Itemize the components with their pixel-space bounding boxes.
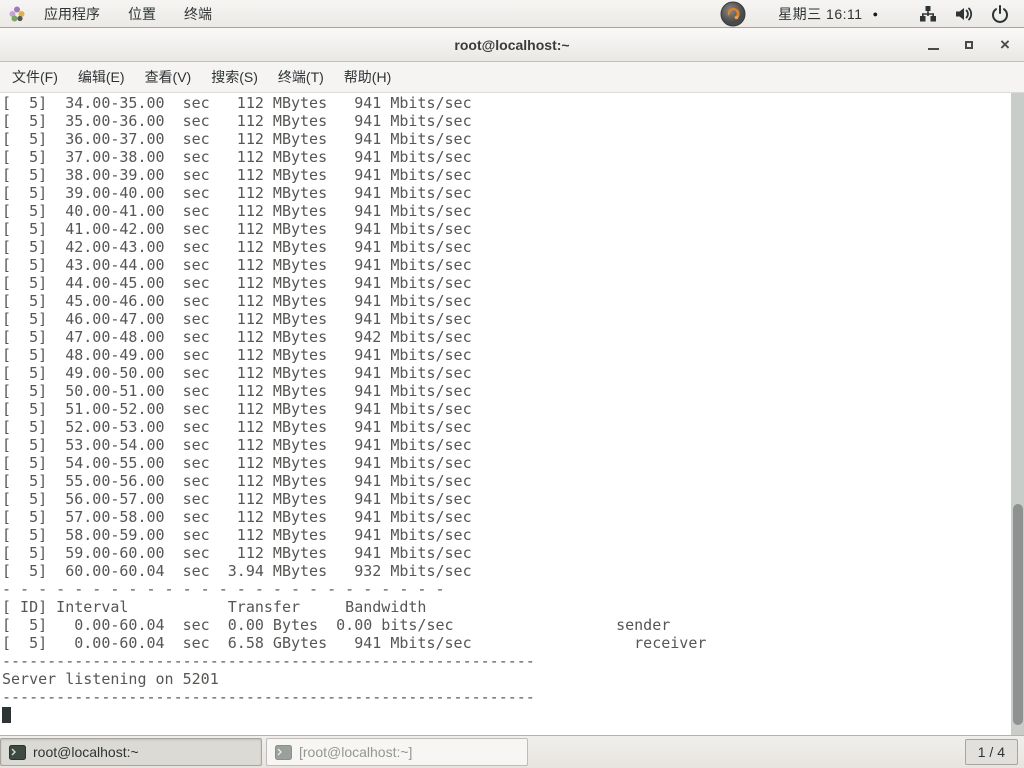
scrollbar-thumb[interactable] [1013, 504, 1023, 725]
volume-icon[interactable] [953, 3, 975, 25]
close-button[interactable]: × [998, 38, 1012, 52]
bottom-taskbar: root@localhost:~ [root@localhost:~] 1 / … [0, 735, 1024, 768]
scrollbar-track[interactable] [1011, 93, 1024, 735]
task-label: [root@localhost:~] [299, 744, 412, 760]
network-icon[interactable] [917, 3, 939, 25]
menu-edit[interactable]: 编辑(E) [68, 63, 135, 91]
terminal-icon [275, 745, 292, 760]
terminal-menubar: 文件(F) 编辑(E) 查看(V) 搜索(S) 终端(T) 帮助(H) [0, 62, 1024, 93]
panel-menu-terminal[interactable]: 终端 [172, 1, 224, 27]
menu-view[interactable]: 查看(V) [135, 63, 202, 91]
window-controls: × [926, 38, 1012, 52]
terminal-screen[interactable]: [ 5] 34.00-35.00 sec 112 MBytes 941 Mbit… [0, 93, 1024, 735]
workspace-pager[interactable]: 1 / 4 [965, 739, 1018, 765]
applications-menu-icon [8, 5, 26, 23]
taskbar-window-terminal[interactable]: root@localhost:~ [0, 738, 262, 766]
panel-menu-applications[interactable]: 应用程序 [32, 1, 112, 27]
panel-clock[interactable]: 星期三 16:11 [778, 4, 862, 24]
terminal-output: [ 5] 34.00-35.00 sec 112 MBytes 941 Mbit… [0, 93, 1024, 706]
menu-terminal[interactable]: 终端(T) [268, 63, 334, 91]
minimize-icon [928, 48, 939, 50]
power-icon[interactable] [989, 3, 1011, 25]
terminal-icon [9, 745, 26, 760]
clock-indicator-dot: ● [873, 9, 878, 19]
orange-tray-app-icon[interactable] [720, 1, 746, 27]
panel-menu-places[interactable]: 位置 [116, 1, 168, 27]
maximize-button[interactable] [962, 38, 976, 52]
maximize-icon [965, 41, 973, 49]
minimize-button[interactable] [926, 38, 940, 52]
menu-search[interactable]: 搜索(S) [201, 63, 268, 91]
task-label: root@localhost:~ [33, 744, 139, 760]
taskbar-window-terminal-minimized[interactable]: [root@localhost:~] [266, 738, 528, 766]
terminal-cursor [2, 707, 11, 723]
window-titlebar[interactable]: root@localhost:~ × [0, 28, 1024, 62]
menu-file[interactable]: 文件(F) [2, 63, 68, 91]
top-panel: 应用程序 位置 终端 星期三 16:11 ● [0, 0, 1024, 28]
menu-help[interactable]: 帮助(H) [334, 63, 401, 91]
window-title: root@localhost:~ [0, 37, 1024, 53]
